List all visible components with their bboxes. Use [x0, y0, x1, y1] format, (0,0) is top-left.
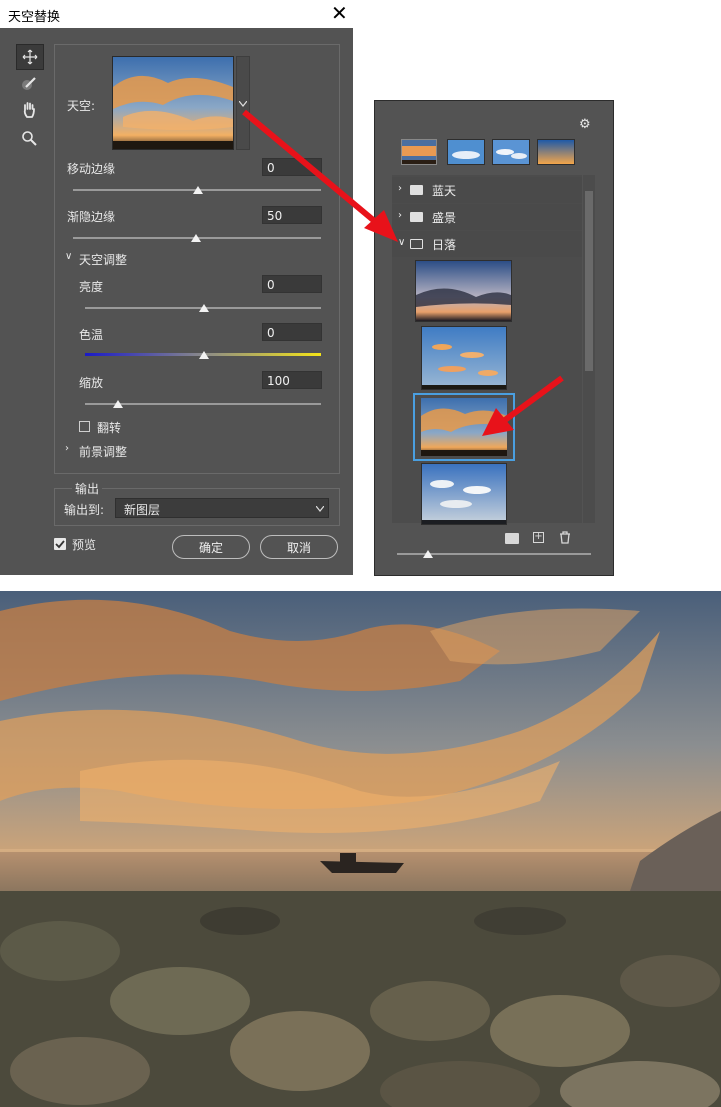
output-select[interactable]: 新图层 [115, 498, 329, 518]
new-folder-icon[interactable] [505, 533, 519, 544]
thumbnail-size-slider-thumb[interactable] [423, 550, 433, 558]
chevron-down-icon [316, 506, 324, 512]
result-photo [0, 591, 721, 1107]
preview-label: 预览 [72, 538, 97, 552]
red-arrow [503, 375, 564, 423]
trash-icon[interactable] [559, 531, 571, 544]
output-select-value: 新图层 [124, 503, 161, 517]
output-to-label: 输出到: [64, 503, 105, 517]
annotation-arrows [242, 109, 564, 436]
add-sky-icon[interactable]: + [533, 532, 544, 543]
output-section-title: 输出 [72, 480, 103, 497]
preview-checkbox[interactable] [54, 538, 66, 550]
red-arrow [242, 109, 380, 227]
cancel-button[interactable]: 取消 [260, 535, 338, 559]
arrowhead-icon [482, 408, 514, 436]
ok-button[interactable]: 确定 [172, 535, 250, 559]
checkmark-icon [55, 540, 65, 549]
